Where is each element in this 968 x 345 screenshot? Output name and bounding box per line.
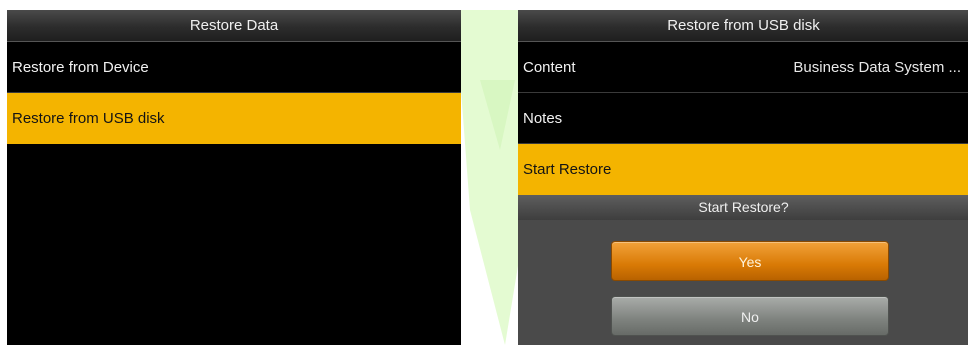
menu-item-restore-from-usb[interactable]: Restore from USB disk xyxy=(7,93,461,144)
no-button[interactable]: No xyxy=(611,296,889,336)
screen-title: Restore from USB disk xyxy=(518,10,968,42)
restore-from-usb-screen: Restore from USB disk Content Business D… xyxy=(518,10,968,345)
menu-item-start-restore[interactable]: Start Restore xyxy=(518,144,968,195)
menu-item-content[interactable]: Content Business Data System ... xyxy=(518,42,968,93)
menu-item-label: Start Restore xyxy=(523,161,612,178)
content-value: Business Data System ... xyxy=(793,59,961,76)
screen-title: Restore Data xyxy=(7,10,461,42)
menu-item-label: Restore from Device xyxy=(12,59,149,76)
confirm-dialog: Start Restore? Yes No xyxy=(518,195,968,345)
menu-item-notes[interactable]: Notes xyxy=(518,93,968,144)
menu-item-label: Content xyxy=(523,59,576,76)
restore-data-screen: Restore Data Restore from Device Restore… xyxy=(7,10,461,345)
menu-item-label: Notes xyxy=(523,110,563,127)
dialog-title: Start Restore? xyxy=(518,195,968,220)
menu-item-restore-from-device[interactable]: Restore from Device xyxy=(7,42,461,93)
menu-item-label: Restore from USB disk xyxy=(12,110,165,127)
yes-button[interactable]: Yes xyxy=(611,241,889,281)
